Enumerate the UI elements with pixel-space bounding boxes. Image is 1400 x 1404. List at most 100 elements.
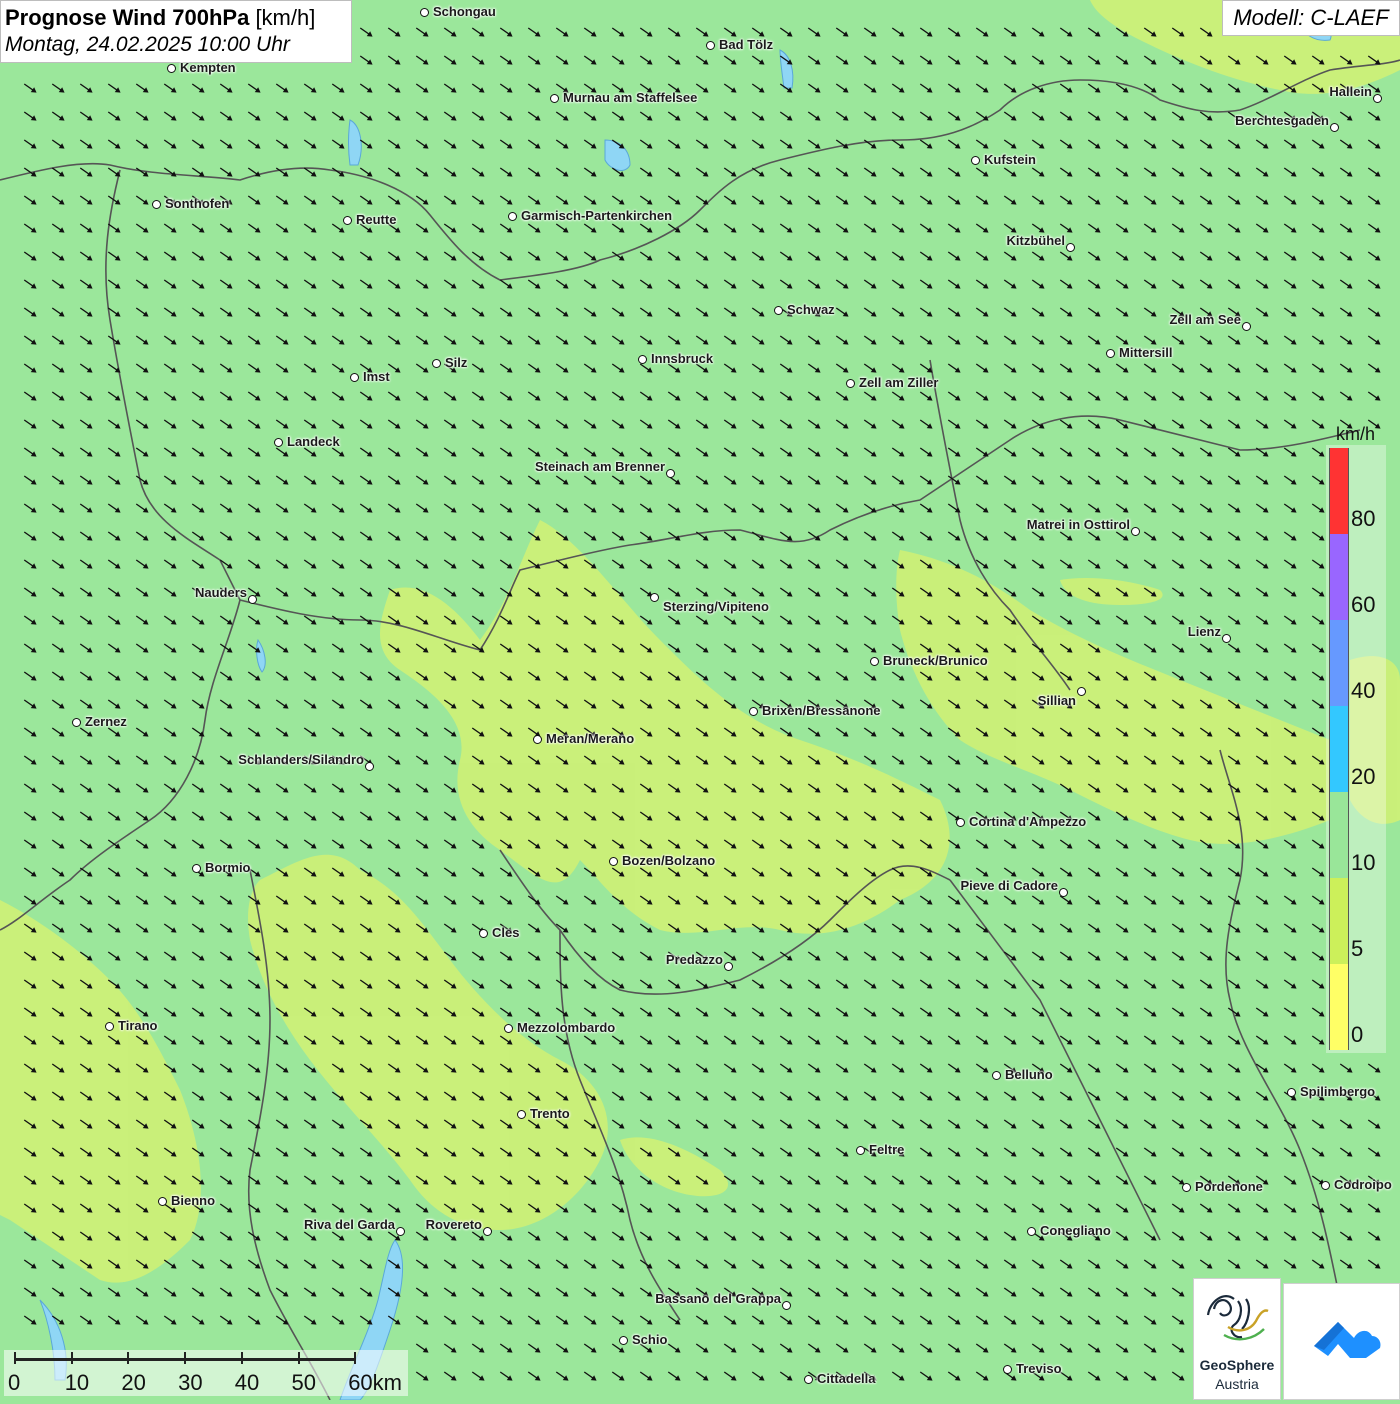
city-marker	[1027, 1227, 1036, 1236]
city-marker	[192, 864, 201, 873]
city-label: Lienz	[1187, 624, 1221, 639]
app-logo[interactable]	[1283, 1283, 1400, 1400]
city-marker	[1003, 1365, 1012, 1374]
city-marker	[638, 355, 647, 364]
city-label: Riva del Garda	[303, 1217, 395, 1232]
city-marker	[870, 657, 879, 666]
geosphere-logo-subtext: Austria	[1215, 1376, 1259, 1392]
legend-tick-label: 60	[1351, 592, 1376, 617]
city-label: Feltre	[869, 1142, 905, 1157]
city-marker	[609, 857, 618, 866]
city-label: Schongau	[433, 4, 496, 19]
city-label: Sterzing/Vipiteno	[663, 599, 769, 614]
city-marker	[72, 718, 81, 727]
city-marker	[350, 373, 359, 382]
city-marker	[846, 379, 855, 388]
city-marker	[666, 469, 675, 478]
legend-color-segment	[1330, 964, 1348, 1050]
city-marker	[856, 1146, 865, 1155]
city-marker	[1182, 1183, 1191, 1192]
city-label: Innsbruck	[651, 351, 714, 366]
scale-bar-label: 10	[64, 1370, 90, 1395]
city-marker	[517, 1110, 526, 1119]
scale-bar-tick	[184, 1352, 187, 1364]
legend-colorbar	[1329, 448, 1349, 1050]
city-label: Bozen/Bolzano	[622, 853, 716, 868]
city-label: Schwaz	[787, 302, 835, 317]
city-label: Landeck	[287, 434, 340, 449]
scale-bar-tick	[354, 1352, 357, 1364]
city-marker	[274, 438, 283, 447]
city-marker	[782, 1301, 791, 1310]
geosphere-emblem-icon	[1206, 1295, 1269, 1341]
city-marker	[1066, 243, 1075, 252]
city-label: Meran/Merano	[546, 731, 635, 746]
city-marker	[1242, 322, 1251, 331]
map-subtitle: Montag, 24.02.2025 10:00 Uhr	[5, 33, 290, 56]
city-marker	[1373, 94, 1382, 103]
scale-bar-label: 20	[121, 1370, 146, 1395]
city-marker	[650, 593, 659, 602]
city-label: Spilimbergo	[1300, 1084, 1376, 1099]
city-marker	[365, 762, 374, 771]
map-title: Prognose Wind 700hPa [km/h]	[5, 4, 347, 31]
legend-tick-label: 0	[1351, 1022, 1364, 1047]
city-label: Silz	[445, 355, 468, 370]
city-marker	[1059, 888, 1068, 897]
city-marker	[956, 818, 965, 827]
legend-color-segment	[1330, 620, 1348, 706]
scale-bar-label: 40	[234, 1370, 260, 1395]
city-label: Bassano del Grappa	[655, 1291, 781, 1306]
city-marker	[508, 212, 517, 221]
city-label: Pieve di Cadore	[960, 878, 1058, 893]
city-label: Bad Tölz	[719, 37, 774, 52]
legend-tick-label: 10	[1351, 850, 1376, 875]
city-label: Mittersill	[1119, 345, 1173, 360]
city-label: Rovereto	[425, 1217, 482, 1232]
city-label: Zell am Ziller	[859, 375, 939, 390]
legend-color-segment	[1330, 448, 1348, 534]
city-marker	[749, 707, 758, 716]
scale-bar-tick	[127, 1352, 130, 1364]
city-label: Garmisch-Partenkirchen	[521, 208, 673, 223]
city-label: Zell am See	[1169, 312, 1241, 327]
city-label: Brixen/Bressanone	[762, 703, 881, 718]
city-marker	[1330, 123, 1339, 132]
scale-bar-label: 60km	[348, 1370, 402, 1395]
legend-tick-label: 20	[1351, 764, 1376, 789]
city-marker	[706, 41, 715, 50]
city-label: Trento	[530, 1106, 570, 1121]
map-title-main: Prognose Wind 700hPa	[5, 5, 250, 30]
city-marker	[533, 735, 542, 744]
legend-color-segment	[1330, 792, 1348, 878]
city-label: Kufstein	[984, 152, 1036, 167]
geosphere-logo[interactable]: GeoSphere Austria	[1193, 1278, 1281, 1400]
city-marker	[420, 8, 429, 17]
scale-bar-tick	[297, 1352, 300, 1364]
city-label: Bormio	[205, 860, 251, 875]
city-marker	[724, 962, 733, 971]
scale-bar-tick	[70, 1352, 73, 1364]
city-marker	[504, 1024, 513, 1033]
model-label: Modell: C-LAEF	[1222, 0, 1400, 36]
city-label: Sillian	[1037, 693, 1076, 708]
city-marker	[992, 1071, 1001, 1080]
city-label: Kitzbühel	[1006, 233, 1066, 248]
city-marker	[1287, 1088, 1296, 1097]
city-marker	[550, 94, 559, 103]
city-label: Belluno	[1005, 1067, 1053, 1082]
city-marker	[396, 1227, 405, 1236]
scale-bar-label: 30	[178, 1370, 203, 1395]
city-marker	[1131, 527, 1140, 536]
city-label: Sonthofen	[165, 196, 230, 211]
legend-color-segment	[1330, 878, 1348, 964]
city-label: Conegliano	[1040, 1223, 1111, 1238]
city-label: Schlanders/Silandro	[238, 752, 364, 767]
city-label: Cittadella	[817, 1371, 876, 1386]
city-marker	[479, 929, 488, 938]
city-marker	[343, 216, 352, 225]
city-label: Treviso	[1016, 1361, 1062, 1376]
city-marker	[1222, 634, 1231, 643]
city-label: Imst	[363, 369, 390, 384]
legend-unit: km/h	[1336, 424, 1376, 444]
